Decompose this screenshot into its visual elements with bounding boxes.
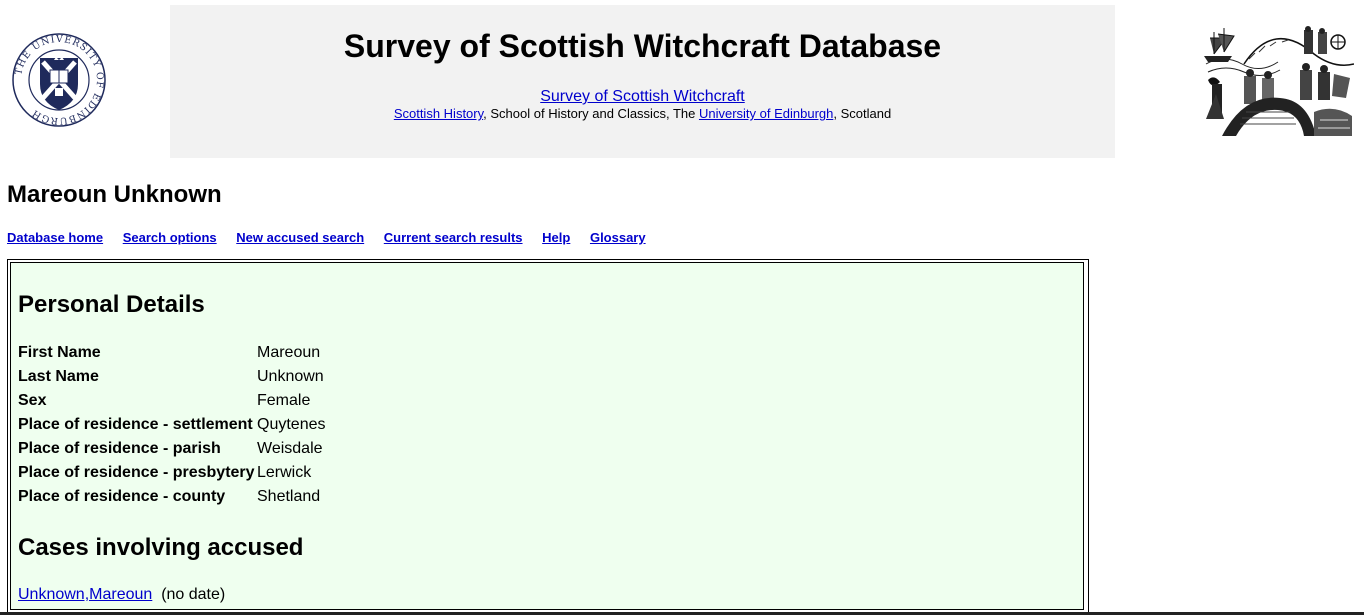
table-row: Sex Female [18,389,325,413]
nav-glossary[interactable]: Glossary [590,230,646,245]
last-name-label: Last Name [18,368,99,385]
banner-title-panel: Survey of Scottish Witchcraft Database S… [170,5,1115,158]
table-row: Place of residence - parish Weisdale [18,437,325,461]
personal-details-heading: Personal Details [18,291,205,318]
university-crest-logo[interactable]: THE UNIVERSITY OF EDINBURGH [10,32,108,128]
case-date: (no date) [161,586,226,603]
scottish-history-link[interactable]: Scottish History [394,106,483,121]
parish-value: Weisdale [257,440,323,457]
table-row: First Name Mareoun [18,341,325,365]
table-row: Place of residence - county Shetland [18,485,325,509]
personal-details-table: First Name Mareoun Last Name Unknown Sex… [18,341,325,509]
accused-record-box: Personal Details First Name Mareoun Last… [7,259,1089,615]
nav-search-options[interactable]: Search options [123,230,217,245]
table-row: Last Name Unknown [18,365,325,389]
affiliation-line: Scottish History, School of History and … [170,106,1115,122]
case-link[interactable]: Unknown,Mareoun [18,586,152,603]
case-list-item: Unknown,Mareoun (no date) [18,585,225,605]
sex-label: Sex [18,392,47,409]
parish-label: Place of residence - parish [18,440,221,457]
nav-help[interactable]: Help [542,230,570,245]
table-row: Place of residence - settlement Quytenes [18,413,325,437]
last-name-value: Unknown [257,368,324,385]
presbytery-label: Place of residence - presbytery [18,464,255,481]
first-name-value: Mareoun [257,344,321,361]
table-row: Place of residence - presbytery Lerwick [18,461,325,485]
survey-home-link[interactable]: Survey of Scottish Witchcraft [540,88,745,105]
cases-heading: Cases involving accused [18,534,304,561]
site-banner: THE UNIVERSITY OF EDINBURGH Survey of Sc… [0,0,1364,160]
nav-current-search-results[interactable]: Current search results [384,230,523,245]
witchcraft-woodcut-image [1204,24,1354,138]
school-text: , School of History and Classics, The [483,106,699,121]
university-link[interactable]: University of Edinburgh [699,106,833,121]
accused-record-panel: Personal Details First Name Mareoun Last… [10,262,1084,610]
database-nav: Database home Search options New accused… [7,230,662,246]
nav-new-accused-search[interactable]: New accused search [236,230,364,245]
sex-value: Female [257,392,311,409]
settlement-value: Quytenes [257,416,326,433]
country-text: , Scotland [833,106,892,121]
site-title: Survey of Scottish Witchcraft Database [343,28,942,64]
page-title: Mareoun Unknown [7,181,222,208]
settlement-label: Place of residence - settlement [18,416,253,433]
first-name-label: First Name [18,344,101,361]
nav-database-home[interactable]: Database home [7,230,103,245]
presbytery-value: Lerwick [257,464,312,481]
county-label: Place of residence - county [18,488,226,505]
county-value: Shetland [257,488,321,505]
